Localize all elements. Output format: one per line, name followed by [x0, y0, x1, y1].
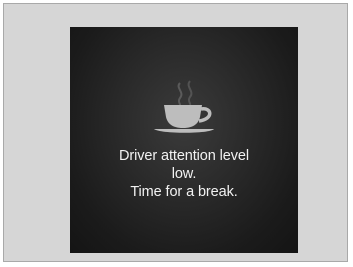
alert-line-1: Driver attention level: [119, 148, 249, 164]
alert-line-2: low.: [171, 166, 197, 182]
figure-frame: Driver attention level low. Time for a b…: [3, 3, 348, 262]
alert-line-3: Time for a break.: [130, 184, 238, 200]
coffee-cup-icon: [154, 80, 214, 133]
alert-message: Driver attention level low. Time for a b…: [70, 147, 298, 201]
instrument-display: Driver attention level low. Time for a b…: [70, 27, 298, 253]
